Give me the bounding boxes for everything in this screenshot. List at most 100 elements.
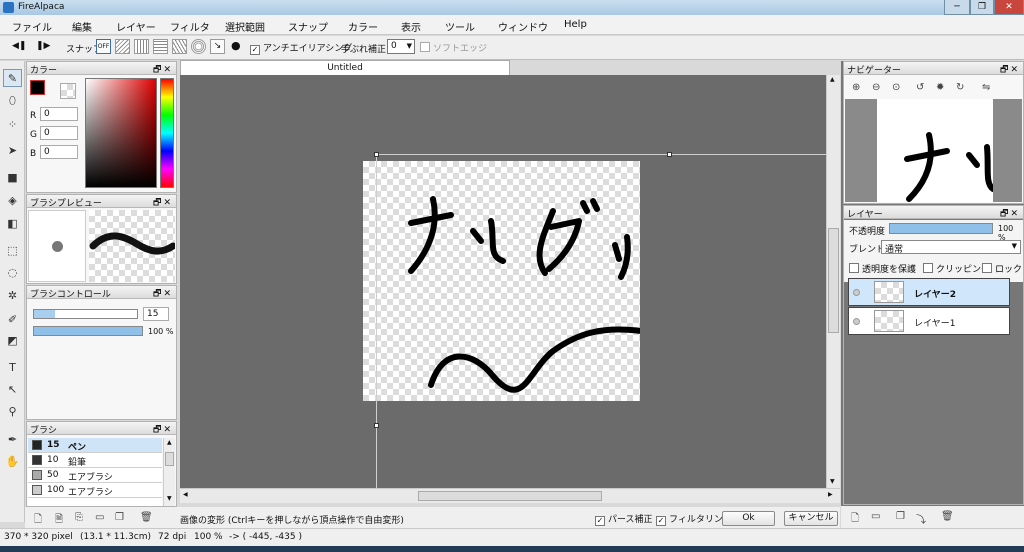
magic-wand-icon[interactable]: ✲ xyxy=(3,286,22,304)
g-input[interactable]: 0 xyxy=(40,126,78,140)
rotate-right-icon[interactable]: ↻ xyxy=(956,82,964,93)
brush-item-pencil[interactable]: 10 鉛筆 xyxy=(28,453,162,468)
rotate-reset-icon[interactable]: ✹ xyxy=(936,82,944,93)
trash-icon[interactable]: 🗑 xyxy=(140,512,153,523)
menu-file[interactable]: ファイル xyxy=(12,19,52,34)
transparent-color-swatch[interactable] xyxy=(60,83,76,99)
brush-opacity-slider[interactable] xyxy=(33,326,143,336)
menu-filter[interactable]: フィルタ xyxy=(170,19,210,34)
snap-crisscross-button[interactable] xyxy=(153,39,168,54)
menu-layer[interactable]: レイヤー xyxy=(116,19,156,34)
menu-view[interactable]: 表示 xyxy=(401,19,421,34)
filtering-checkbox[interactable]: ✓ フィルタリング xyxy=(656,512,732,526)
snap-radial-button[interactable] xyxy=(172,39,187,54)
zoom-in-icon[interactable]: ⊕ xyxy=(852,82,860,93)
merge-layer-icon[interactable]: ⤵ xyxy=(916,511,926,526)
layer-row-2[interactable]: レイヤー2 xyxy=(848,278,1010,306)
menu-snap[interactable]: スナップ xyxy=(288,19,328,34)
menu-tool[interactable]: ツール xyxy=(445,19,475,34)
blend-select[interactable]: 通常 ▼ xyxy=(881,240,1021,255)
duplicate-layer-icon[interactable]: ❐ xyxy=(896,511,905,522)
snap-3d-icon[interactable]: ● xyxy=(231,39,241,52)
rotate-left-icon[interactable]: ↺ xyxy=(916,82,924,93)
hand-tool-icon[interactable]: ✋ xyxy=(3,452,22,470)
saturation-value-picker[interactable] xyxy=(85,78,157,188)
snap-circle-button[interactable] xyxy=(191,39,206,54)
zoom-reset-icon[interactable]: ⊙ xyxy=(892,82,900,93)
brush-size-input[interactable]: 15 xyxy=(143,307,169,321)
operation-tool-icon[interactable]: ↖ xyxy=(3,380,22,398)
zoom-out-icon[interactable]: ⊖ xyxy=(872,82,880,93)
scroll-right-icon[interactable]: ▶ xyxy=(828,491,833,498)
canvas-area[interactable] xyxy=(180,75,826,488)
move-tool-icon[interactable]: ➤ xyxy=(3,141,22,159)
delete-layer-icon[interactable]: 🗑 xyxy=(941,511,954,522)
bucket-tool-icon[interactable]: ◈ xyxy=(3,191,22,209)
ok-button[interactable]: Ok xyxy=(722,511,775,526)
visibility-icon[interactable] xyxy=(853,289,860,296)
gradient-tool-icon[interactable]: ◧ xyxy=(3,214,22,232)
close-button[interactable]: ✕ xyxy=(994,0,1024,15)
visibility-icon[interactable] xyxy=(853,318,860,325)
transform-handle-top-left[interactable] xyxy=(374,152,379,157)
duplicate-icon[interactable]: ❐ xyxy=(115,512,124,523)
panel-controls-icon[interactable]: 🗗✕ xyxy=(1000,62,1020,78)
copy-brush-icon[interactable]: ⎘ xyxy=(75,512,83,523)
brush-item-airbrush-50[interactable]: 50 エアブラシ xyxy=(28,468,162,483)
text-tool-icon[interactable]: T xyxy=(3,358,22,376)
scroll-thumb[interactable] xyxy=(165,452,174,466)
antialias-checkbox[interactable]: ✓ アンチエイリアシング xyxy=(250,41,352,55)
stabilizer-select[interactable]: 0 ▼ xyxy=(387,39,415,54)
fill-tool-icon[interactable]: ■ xyxy=(3,168,22,186)
eyedropper-icon[interactable]: ✒ xyxy=(3,430,22,448)
lock-checkbox[interactable]: ロック xyxy=(982,262,1022,275)
primary-color-swatch[interactable] xyxy=(30,80,45,95)
soft-edge-checkbox[interactable]: ソフトエッジ xyxy=(420,41,487,54)
snap-curve-icon[interactable]: ↘ xyxy=(210,39,225,54)
clipping-checkbox[interactable]: クリッピング xyxy=(923,262,990,275)
undo-icon[interactable]: ◀❚ xyxy=(12,41,26,51)
transform-handle-top-middle[interactable] xyxy=(667,152,672,157)
select-pen-icon[interactable]: ✐ xyxy=(3,310,22,328)
scroll-up-icon[interactable]: ▲ xyxy=(830,76,835,83)
pen-tool-icon[interactable]: ✎ xyxy=(3,69,22,87)
edit-brush-icon[interactable]: 🗎 xyxy=(55,512,63,529)
dot-tool-icon[interactable]: ⁘ xyxy=(3,115,22,133)
snap-off-button[interactable]: OFF xyxy=(96,39,111,54)
panel-controls-icon[interactable]: 🗗✕ xyxy=(153,195,173,211)
scroll-down-icon[interactable]: ▼ xyxy=(167,495,172,502)
layer-opacity-slider[interactable] xyxy=(889,223,993,234)
layer-row-1[interactable]: レイヤー1 xyxy=(848,307,1010,335)
canvas-vertical-scrollbar[interactable]: ▲ ▼ xyxy=(826,75,840,488)
minimize-button[interactable]: ─ xyxy=(944,0,970,15)
scroll-up-icon[interactable]: ▲ xyxy=(167,439,172,446)
new-layer-icon[interactable]: 🗋 xyxy=(851,511,859,528)
dropper-tool-icon[interactable]: ⚲ xyxy=(3,402,22,420)
b-input[interactable]: 0 xyxy=(40,145,78,159)
menu-edit[interactable]: 編集 xyxy=(72,19,92,34)
brush-item-pen[interactable]: 15 ペン xyxy=(28,438,162,453)
new-folder-icon[interactable]: ▭ xyxy=(871,511,880,522)
scroll-down-icon[interactable]: ▼ xyxy=(830,478,835,485)
lasso-tool-icon[interactable]: ◌ xyxy=(3,263,22,281)
brush-size-slider[interactable] xyxy=(33,309,138,319)
navigator-preview[interactable] xyxy=(845,99,1022,202)
select-tool-icon[interactable]: ⬚ xyxy=(3,241,22,259)
transform-handle-middle-left[interactable] xyxy=(374,423,379,428)
menu-window[interactable]: ウィンドウ xyxy=(498,19,548,34)
maximize-button[interactable]: ❐ xyxy=(970,0,994,15)
protect-alpha-checkbox[interactable]: 透明度を保護 xyxy=(849,262,916,275)
menu-select[interactable]: 選択範囲 xyxy=(225,19,265,34)
eraser-tool-icon[interactable]: ⬯ xyxy=(3,92,22,110)
vertical-scroll-thumb[interactable] xyxy=(828,228,839,333)
cancel-button[interactable]: キャンセル xyxy=(784,511,838,526)
document-tab[interactable]: Untitled xyxy=(180,60,510,76)
snap-parallel-button[interactable] xyxy=(115,39,130,54)
menu-help[interactable]: Help xyxy=(564,19,587,30)
panel-controls-icon[interactable]: 🗗✕ xyxy=(153,422,173,438)
flip-icon[interactable]: ⇋ xyxy=(982,82,990,93)
panel-controls-icon[interactable]: 🗗✕ xyxy=(153,286,173,302)
r-input[interactable]: 0 xyxy=(40,107,78,121)
new-brush-icon[interactable]: 🗋 xyxy=(34,512,42,529)
folder-icon[interactable]: ▭ xyxy=(95,512,104,523)
